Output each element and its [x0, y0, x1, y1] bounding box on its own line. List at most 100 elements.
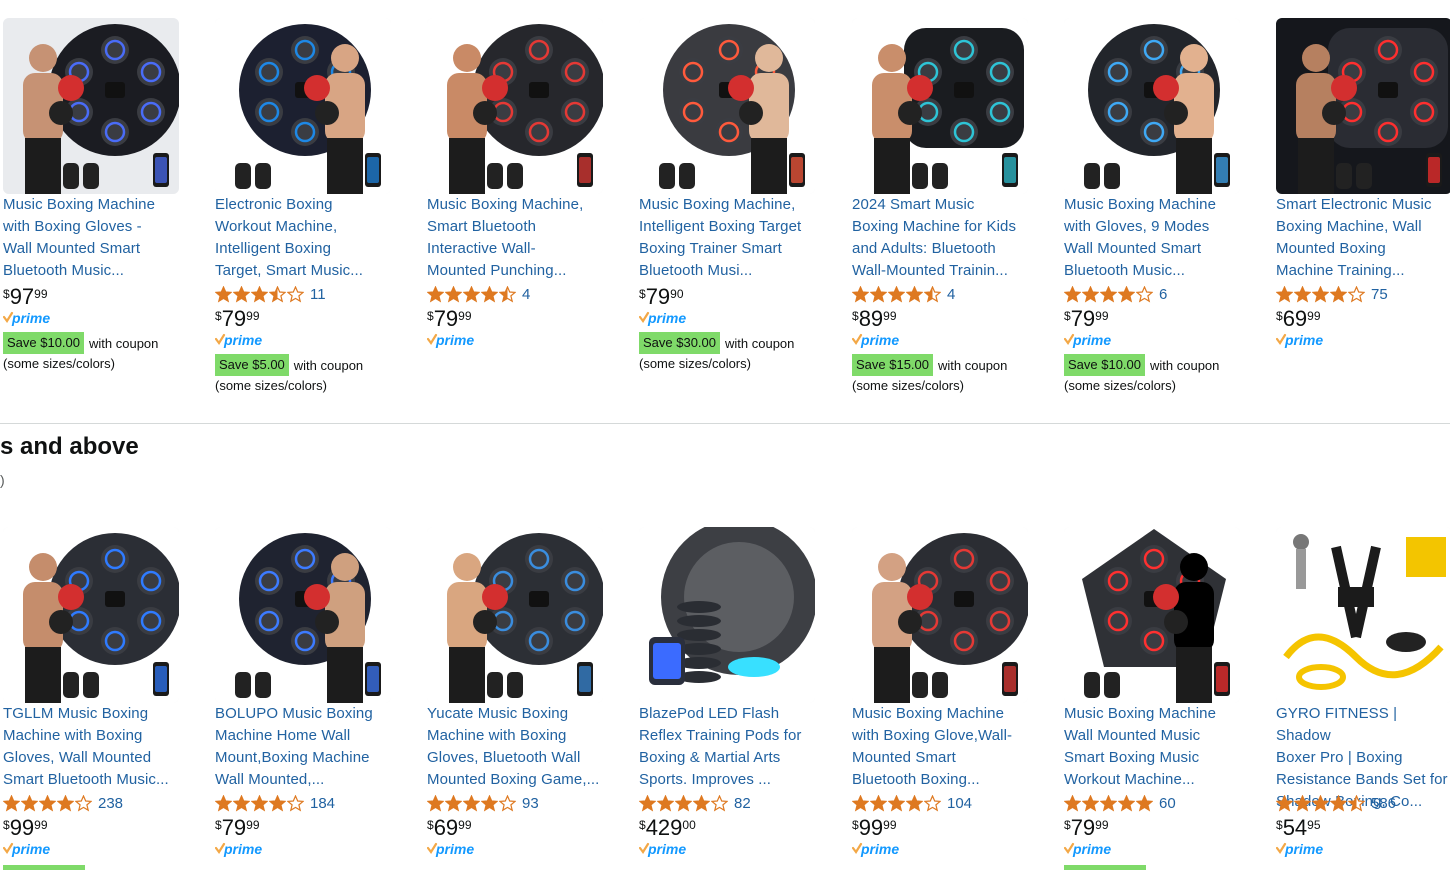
product-image[interactable]: [3, 527, 179, 703]
product-image[interactable]: [3, 18, 179, 194]
prime-badge: prime: [1063, 332, 1120, 350]
price-fraction: 99: [1307, 309, 1321, 323]
rating-row[interactable]: 60: [1064, 793, 1176, 813]
review-count-link[interactable]: 104: [947, 795, 972, 812]
review-count-link[interactable]: 586: [1371, 795, 1396, 812]
product-title-link[interactable]: BlazePod LED Flash Reflex Training Pods f…: [639, 703, 817, 791]
prime-badge: prime: [1275, 332, 1332, 350]
review-count-link[interactable]: 93: [522, 795, 539, 812]
product-image[interactable]: [852, 18, 1028, 194]
price-currency: $: [1064, 818, 1071, 832]
star-icon: [852, 285, 869, 303]
star-icon: [1330, 794, 1347, 812]
review-count-link[interactable]: 75: [1371, 286, 1388, 303]
star-icon: [1100, 285, 1117, 303]
price-currency: $: [1064, 309, 1071, 323]
rating-row[interactable]: 11: [215, 284, 326, 304]
price-currency: $: [852, 309, 859, 323]
rating-row[interactable]: 104: [852, 793, 972, 813]
coupon-badge: Save $30.00: [639, 332, 721, 354]
svg-text:prime: prime: [1284, 841, 1323, 857]
review-count-link[interactable]: 82: [734, 795, 751, 812]
product-title-line: Interactive Wall-: [427, 240, 536, 257]
review-count-link[interactable]: 184: [310, 795, 335, 812]
product-image[interactable]: [215, 18, 391, 194]
rating-row[interactable]: 184: [215, 793, 335, 813]
product-title-link[interactable]: Music Boxing Machine, Smart Bluetooth Inte…: [427, 194, 605, 282]
product-image[interactable]: [427, 527, 603, 703]
rating-row[interactable]: 586: [1276, 793, 1396, 813]
product-image[interactable]: [1276, 527, 1450, 703]
product-title-link[interactable]: Music Boxing Machine with Boxing Glove,Wa…: [852, 703, 1030, 791]
price-fraction: 99: [883, 309, 897, 323]
price-whole: 79: [221, 306, 247, 331]
coupon-suffix: with coupon: [1150, 357, 1220, 373]
product-price: $69 99: [1276, 306, 1321, 334]
product-title-line: Bluetooth Music...: [3, 262, 125, 279]
review-count-link[interactable]: 4: [522, 286, 530, 303]
rating-row[interactable]: 6: [1064, 284, 1167, 304]
star-icon: [445, 285, 462, 303]
rating-row[interactable]: 82: [639, 793, 751, 813]
product-image[interactable]: [1064, 527, 1240, 703]
product-image[interactable]: [852, 527, 1028, 703]
product-price: $89 99: [852, 306, 897, 334]
prime-badge: prime: [638, 310, 695, 328]
product-image[interactable]: [639, 18, 815, 194]
star-rating: [852, 285, 941, 303]
star-icon: [906, 285, 923, 303]
rating-row[interactable]: 93: [427, 793, 539, 813]
review-count-link[interactable]: 4: [947, 286, 955, 303]
product-title-line: GYRO FITNESS | Shadow: [1276, 705, 1398, 744]
coupon[interactable]: Save $30.00 with coupon: [639, 332, 794, 354]
star-icon: [888, 794, 905, 812]
rating-row[interactable]: 238: [3, 793, 123, 813]
product-title-link[interactable]: Smart Electronic Music Boxing Machine, Wa…: [1276, 194, 1450, 282]
product-image[interactable]: [639, 527, 815, 703]
coupon[interactable]: Save $5.00 with coupon: [215, 354, 363, 376]
star-icon: [1312, 794, 1329, 812]
rating-row[interactable]: 4: [427, 284, 530, 304]
review-count-link[interactable]: 238: [98, 795, 123, 812]
product-title-line: Music Boxing Machine: [3, 196, 156, 213]
product-title-link[interactable]: TGLLM Music Boxing Machine with Boxing Glo…: [3, 703, 181, 791]
product-image[interactable]: [427, 18, 603, 194]
star-icon: [39, 794, 56, 812]
star-icon: [675, 794, 692, 812]
prime-badge: prime: [2, 841, 59, 859]
product-title-link[interactable]: Music Boxing Machine Wall Mounted Music Sm…: [1064, 703, 1242, 791]
rating-row[interactable]: 4: [852, 284, 955, 304]
variant-note: (some sizes/colors): [639, 356, 751, 371]
star-icon: [269, 285, 286, 303]
coupon[interactable]: Save $10.00 with coupon: [1064, 354, 1219, 376]
review-count-link[interactable]: 60: [1159, 795, 1176, 812]
price-fraction: 95: [1307, 818, 1321, 832]
price-whole: 99: [858, 815, 884, 840]
rating-row[interactable]: 75: [1276, 284, 1388, 304]
product-image[interactable]: [1064, 18, 1240, 194]
coupon[interactable]: Save $15.00 with coupon: [852, 354, 1007, 376]
product-title-link[interactable]: Yucate Music Boxing Machine with Boxing Gl…: [427, 703, 605, 791]
price-fraction: 99: [458, 818, 472, 832]
star-rating: [1276, 794, 1365, 812]
review-count-link[interactable]: 11: [310, 286, 326, 303]
coupon[interactable]: Save $10.00 with coupon: [3, 332, 158, 354]
coupon-badge: Save $10.00: [1064, 354, 1146, 376]
star-rating: [3, 794, 92, 812]
product-title-link[interactable]: 2024 Smart Music Boxing Machine for Kids a…: [852, 194, 1030, 282]
product-image[interactable]: [215, 527, 391, 703]
price-whole: 79: [433, 306, 459, 331]
product-title-link[interactable]: Music Boxing Machine, Intelligent Boxing …: [639, 194, 817, 282]
product-title-line: Bluetooth Musi...: [639, 262, 753, 279]
star-icon: [1294, 285, 1311, 303]
product-title-link[interactable]: Music Boxing Machine with Gloves, 9 Modes…: [1064, 194, 1242, 282]
product-title-link[interactable]: BOLUPO Music Boxing Machine Home Wall Moun…: [215, 703, 393, 791]
product-title-link[interactable]: Music Boxing Machine with Boxing Gloves -…: [3, 194, 181, 282]
product-image[interactable]: [1276, 18, 1450, 194]
star-rating: [215, 285, 304, 303]
product-title-line: Music Boxing Machine: [1064, 196, 1217, 213]
star-icon: [1082, 794, 1099, 812]
review-count-link[interactable]: 6: [1159, 286, 1167, 303]
product-title-link[interactable]: Electronic Boxing Workout Machine, Intelli…: [215, 194, 393, 282]
price-currency: $: [3, 287, 10, 301]
